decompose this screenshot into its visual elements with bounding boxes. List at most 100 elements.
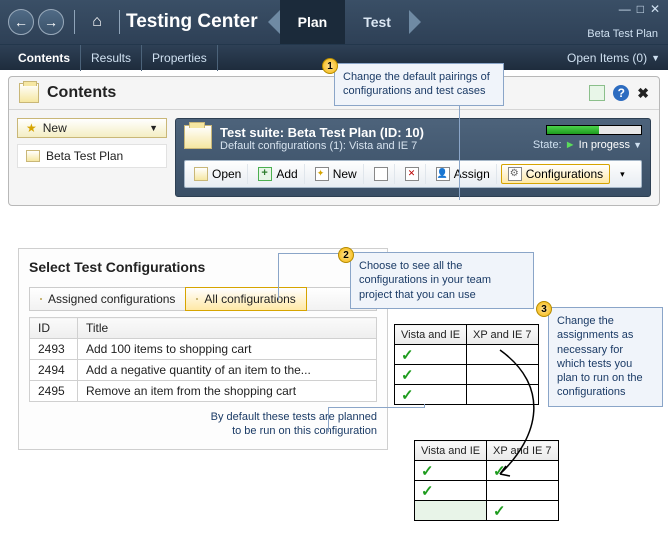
delete-button[interactable] [399, 164, 426, 184]
table-row[interactable]: 2494Add a negative quantity of an item t… [30, 360, 377, 381]
folder-icon [19, 83, 39, 103]
tab-assigned-configurations[interactable]: Assigned configurations [30, 288, 186, 310]
footnote: By default these tests are planned to be… [29, 410, 377, 439]
subtab-results[interactable]: Results [81, 45, 142, 71]
table-row[interactable]: 2493Add 100 items to shopping cart [30, 339, 377, 360]
connector-line [328, 407, 424, 408]
title-bar: ← → ⌂ Testing Center Plan Test — □ ✕ Bet… [0, 0, 668, 44]
separator [119, 10, 120, 34]
check-icon: ✓ [421, 483, 434, 500]
close-panel-icon[interactable]: ✖ [637, 85, 649, 102]
annotation-badge-1: 1 [322, 58, 338, 74]
suite-toolbar: Open Add New Assign Configurations ▾ [184, 160, 642, 188]
suite-subtitle: Default configurations (1): Vista and IE… [220, 140, 424, 152]
matrix-cell[interactable]: ✓ [487, 501, 559, 521]
move-icon [374, 167, 388, 181]
subtab-contents[interactable]: Contents [8, 45, 81, 71]
configurations-button[interactable]: Configurations [501, 164, 610, 184]
chevron-down-icon[interactable]: ▼ [633, 140, 642, 150]
configurations-label: Configurations [526, 167, 603, 181]
col-id[interactable]: ID [30, 318, 78, 339]
refresh-icon[interactable] [589, 85, 605, 101]
configurations-dropdown[interactable]: ▾ [614, 164, 631, 184]
tab-assigned-label: Assigned configurations [48, 292, 175, 306]
matrix-col-2: XP and IE 7 [467, 325, 539, 345]
chevron-down-icon: ▾ [620, 169, 625, 180]
open-icon [194, 167, 208, 181]
cell-id: 2493 [30, 339, 78, 360]
add-icon [258, 167, 272, 181]
folder-icon [40, 298, 42, 300]
check-icon: ✓ [401, 387, 414, 404]
matrix-cell[interactable]: ✓ [395, 385, 467, 405]
new-label: New [333, 167, 357, 181]
maximize-button[interactable]: □ [637, 2, 644, 16]
connector-line [328, 407, 329, 432]
app-title: Testing Center [126, 11, 258, 33]
assign-button[interactable]: Assign [430, 164, 497, 184]
assign-icon [436, 167, 450, 181]
tab-all-configurations[interactable]: All configurations [185, 287, 306, 311]
close-button[interactable]: ✕ [650, 2, 660, 16]
subtab-properties[interactable]: Properties [142, 45, 218, 71]
footnote-line-1: By default these tests are planned [211, 411, 377, 423]
cell-title: Add 100 items to shopping cart [78, 339, 377, 360]
open-items-label: Open Items (0) [567, 51, 647, 65]
select-configurations-panel: Select Test Configurations Assigned conf… [18, 248, 388, 450]
suite-folder-icon [184, 125, 212, 149]
tree-item-beta-test-plan[interactable]: Beta Test Plan [17, 144, 167, 168]
open-items-dropdown[interactable]: Open Items (0) ▼ [567, 51, 660, 65]
tree-item-label: Beta Test Plan [46, 149, 123, 163]
tab-scroll-left[interactable] [268, 10, 280, 34]
annotation-1: Change the default pairings of configura… [334, 63, 504, 106]
config-tab-bar: Assigned configurations All configuratio… [29, 287, 377, 311]
test-cases-table: ID Title 2493Add 100 items to shopping c… [29, 317, 377, 402]
play-icon: ► [565, 139, 576, 151]
col-title[interactable]: Title [78, 318, 377, 339]
tab-scroll-right[interactable] [409, 10, 421, 34]
check-icon: ✓ [401, 347, 414, 364]
progress-bar [546, 125, 642, 135]
cell-title: Remove an item from the shopping cart [78, 381, 377, 402]
back-button[interactable]: ← [8, 9, 34, 35]
state-label: State: [533, 139, 562, 151]
tab-test[interactable]: Test [345, 0, 409, 44]
add-button[interactable]: Add [252, 164, 304, 184]
open-button[interactable]: Open [188, 164, 248, 184]
matrix-cell[interactable]: ✓ [395, 345, 467, 365]
connector-line [424, 404, 425, 408]
new-dropdown[interactable]: ★ New ▼ [17, 118, 167, 138]
move-button[interactable] [368, 164, 395, 184]
chevron-down-icon: ▼ [149, 123, 158, 133]
check-icon: ✓ [421, 463, 434, 480]
plan-name-label: Beta Test Plan [587, 28, 658, 40]
matrix-cell[interactable]: ✓ [395, 365, 467, 385]
cell-id: 2495 [30, 381, 78, 402]
folder-icon [196, 298, 198, 300]
minimize-button[interactable]: — [619, 2, 631, 16]
forward-button[interactable]: → [38, 9, 64, 35]
new-button[interactable]: New [309, 164, 364, 184]
tree-panel: ★ New ▼ Beta Test Plan [17, 118, 167, 197]
tab-all-label: All configurations [204, 292, 295, 306]
folder-icon [26, 150, 40, 162]
state-value: In progess [579, 139, 630, 151]
connector-line [459, 104, 460, 200]
suite-title: Test suite: Beta Test Plan (ID: 10) [220, 125, 424, 140]
annotation-badge-3: 3 [536, 301, 552, 317]
chevron-down-icon: ▼ [651, 53, 660, 63]
cell-title: Add a negative quantity of an item to th… [78, 360, 377, 381]
annotation-badge-2: 2 [338, 247, 354, 263]
footnote-line-2: to be run on this configuration [232, 425, 377, 437]
separator [74, 10, 75, 34]
home-button[interactable]: ⌂ [85, 10, 109, 34]
tab-plan[interactable]: Plan [280, 0, 346, 44]
matrix-cell[interactable] [415, 501, 487, 521]
gear-icon [508, 167, 522, 181]
matrix-col-1: Vista and IE [395, 325, 467, 345]
connector-line [278, 253, 279, 300]
change-arrow [470, 346, 560, 486]
help-icon[interactable]: ? [613, 85, 629, 101]
table-row[interactable]: 2495Remove an item from the shopping car… [30, 381, 377, 402]
suite-panel: Test suite: Beta Test Plan (ID: 10) Defa… [175, 118, 651, 197]
